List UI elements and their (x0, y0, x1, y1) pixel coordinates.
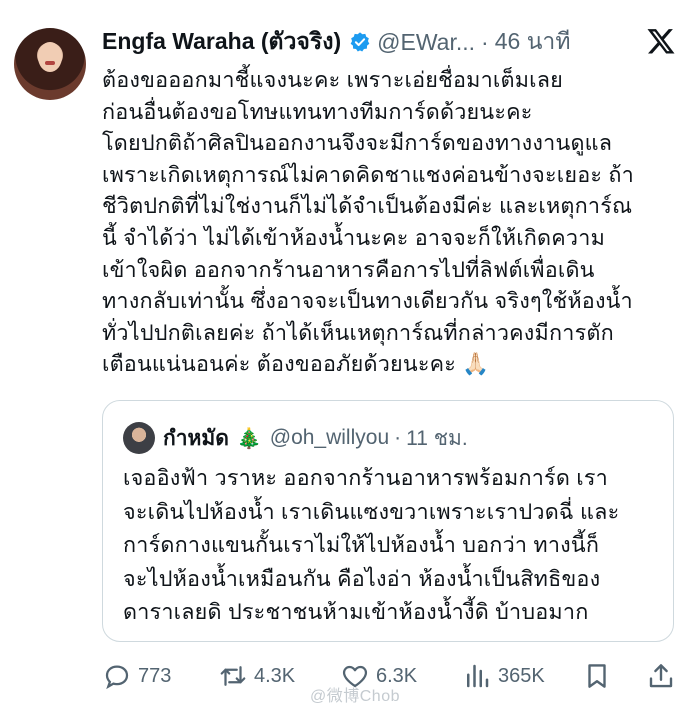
retweet-button[interactable]: 4.3K (218, 656, 295, 696)
retweet-count: 4.3K (254, 664, 296, 687)
verified-icon (350, 32, 370, 52)
retweet-icon (220, 666, 246, 686)
quoted-line: เจออิงฟ้า วราหะ ออกจากร้านอาหารพร้อมการ์… (123, 465, 608, 490)
quoted-line: จะไปห้องน้ำเหมือนกัน คือไงอ่า ห้องน้ำเป็… (123, 565, 601, 591)
quoted-line: การ์ดกางแขนกั้นเราไม่ให้ไปห้องน้ำ บอกว่า… (123, 532, 600, 557)
reply-count: 773 (138, 664, 172, 687)
quoted-tweet[interactable]: กำหมัด 🎄 @oh_willyou · 11 ชม. เจออิงฟ้า … (102, 400, 674, 642)
weibo-watermark: @微博Chob (310, 688, 400, 705)
post-time[interactable]: 46 นาที (495, 24, 571, 60)
author-name[interactable]: Engfa Waraha (ตัวจริง) (102, 24, 341, 60)
quoted-separator: · (394, 426, 402, 449)
tweet-line: โดยปกติถ้าศิลปินออกงานจึงจะมีการ์ดของทาง… (102, 130, 613, 156)
quoted-line: ดาราเลยดิ ประชาชนห้ามเข้าห้องน้ำงี้ดิ บ้… (123, 599, 589, 624)
views-count: 365K (498, 664, 545, 687)
tweet-line: ทางกลับเท่านั้น ซึ่งอาจจะเป็นทางเดียวกัน… (102, 288, 633, 314)
quoted-line: จะเดินไปห้องน้ำ เราเดินแซงขวาเพราะเราปวด… (123, 498, 620, 524)
reply-button[interactable]: 773 (102, 656, 171, 696)
x-logo-icon[interactable] (646, 26, 676, 56)
reply-icon (105, 665, 129, 690)
header-separator: · (481, 28, 489, 55)
author-avatar[interactable] (14, 28, 86, 100)
tweet-text: ต้องขอออกมาชี้แจงนะคะ เพราะเอ่ยชื่อมาเต็… (102, 64, 682, 380)
tweet-line: ก่อนอื่นต้องขอโทษแทนทางทีมการ์ดด้วยนะคะ (102, 98, 533, 124)
quoted-header: กำหมัด 🎄 @oh_willyou · 11 ชม. (123, 422, 468, 455)
bookmark-icon (588, 664, 606, 688)
tweet-line: เข้าใจผิด ออกจากร้านอาหารคือการไปที่ลิฟต… (102, 256, 595, 282)
author-handle[interactable]: @EWar... (377, 29, 475, 56)
tweet-header: Engfa Waraha (ตัวจริง) @EWar... · 46 นาท… (102, 26, 676, 58)
tweet-line: เพราะเกิดเหตุการณ์ไม่คาดคิดชาแชงค่อนข้าง… (102, 161, 634, 187)
tweet-line: ทั่วไปปกติเลยค่ะ ถ้าได้เห็นเหตุการ์ณที่ก… (102, 319, 614, 345)
quoted-handle[interactable]: @oh_willyou (270, 426, 389, 450)
tweet-line: ชีวิตปกติที่ไม่ใช่งานก็ไม่ได้จำเป็นต้องม… (102, 193, 633, 219)
share-icon (649, 664, 673, 688)
avatar-lips (45, 61, 55, 65)
christmas-tree-icon: 🎄 (236, 427, 262, 450)
quoted-time[interactable]: 11 ชม. (406, 422, 468, 455)
views-icon (467, 664, 489, 688)
views-button[interactable]: 365K (462, 656, 545, 696)
quoted-author-name[interactable]: กำหมัด (163, 422, 229, 455)
tweet-line: เตือนแน่นอนค่ะ ต้องขออภัยด้วยนะคะ 🙏🏻 (102, 351, 490, 377)
quoted-text: เจออิงฟ้า วราหะ ออกจากร้านอาหารพร้อมการ์… (123, 461, 663, 629)
bookmark-button[interactable] (582, 656, 618, 696)
avatar-face (38, 42, 62, 72)
tweet-line: ต้องขอออกมาชี้แจงนะคะ เพราะเอ่ยชื่อมาเต็… (102, 67, 564, 92)
share-button[interactable] (646, 656, 682, 696)
quoted-avatar[interactable] (123, 422, 155, 454)
tweet-line: นี้ จำได้ว่า ไม่ได้เข้าห้องน้ำนะคะ อาจจะ… (102, 224, 606, 250)
